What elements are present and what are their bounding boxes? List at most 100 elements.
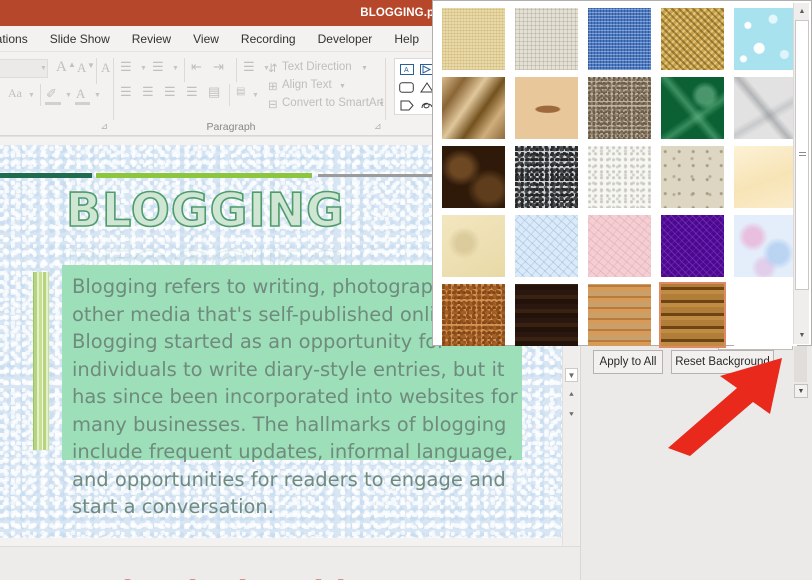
texture-swatch-papyrus[interactable] [441,8,505,70]
shape-rounded-rectangle-icon[interactable] [397,79,416,96]
tab-review[interactable]: Review [121,29,182,49]
reset-background-button[interactable]: Reset Background [671,350,774,374]
numbering-icon[interactable]: ☰ [152,59,164,75]
shape-pentagon-arrow-icon[interactable] [397,97,416,114]
apply-to-all-button[interactable]: Apply to All [593,350,663,374]
texture-item[interactable] [729,74,801,142]
texture-item[interactable] [583,74,655,142]
bullets-icon[interactable]: ☰ [120,59,132,75]
texture-swatch-recycled-paper[interactable] [660,146,724,208]
texture-item[interactable] [729,281,801,349]
change-case-chevron-icon[interactable]: ▼ [28,92,35,99]
columns-icon[interactable]: ▤ [236,86,245,97]
texture-item[interactable] [437,281,509,349]
texture-swatch-paper-bag[interactable] [441,77,505,139]
texture-item[interactable] [510,5,582,73]
texture-item[interactable] [656,212,728,280]
texture-swatch-fish-fossil[interactable] [514,77,578,139]
texture-swatch-purple-mesh[interactable] [660,215,724,277]
font-color-icon[interactable]: A [76,86,85,102]
texture-item[interactable] [510,281,582,349]
texture-swatch-blue-tissue[interactable] [514,215,578,277]
font-dialog-launcher[interactable]: ⊿ [100,121,108,132]
change-case-icon[interactable]: Aa [8,86,22,101]
numbering-chevron-icon[interactable]: ▼ [172,65,179,72]
texture-swatch-oak[interactable] [587,284,651,346]
align-left-icon[interactable]: ☰ [120,84,132,100]
tab-developer[interactable]: Developer [307,29,384,49]
texture-swatch-water-droplets[interactable] [733,8,797,70]
next-slide-button[interactable]: ⯆ [565,408,578,422]
texture-swatch-cork[interactable] [441,284,505,346]
increase-indent-icon[interactable]: ⇥ [213,59,224,75]
convert-to-smartart-label[interactable]: Convert to SmartArt [282,97,384,109]
task-pane-scroll-down-button[interactable]: ▼ [794,384,808,398]
convert-smartart-chevron-icon[interactable]: ▼ [378,101,385,108]
text-direction-chevron-icon[interactable]: ▼ [361,65,368,72]
grow-font-icon[interactable]: A [56,59,67,76]
decrease-indent-icon[interactable]: ⇤ [191,59,202,75]
texture-swatch-denim[interactable] [587,8,651,70]
align-text-chevron-icon[interactable]: ▼ [339,83,346,90]
texture-swatch-empty[interactable] [733,284,797,346]
texture-item[interactable] [437,5,509,73]
distribute-text-icon[interactable]: ▤ [208,84,220,100]
texture-item[interactable] [729,143,801,211]
texture-item[interactable] [583,281,655,349]
texture-swatch-woven-mat[interactable] [660,8,724,70]
tab-animations[interactable]: nations [0,29,39,49]
texture-item[interactable] [729,212,801,280]
texture-item[interactable] [583,5,655,73]
texture-item[interactable] [656,281,728,349]
texture-item[interactable] [583,212,655,280]
texture-scroll-up-button[interactable]: ▲ [795,4,809,19]
texture-swatch-canvas[interactable] [514,8,578,70]
texture-item[interactable] [510,143,582,211]
previous-slide-button[interactable]: ⯅ [565,388,578,402]
slide-title[interactable]: BLOGGING [65,182,345,238]
line-spacing-icon[interactable]: ☰ [243,59,255,75]
scroll-down-button[interactable]: ▼ [565,368,578,382]
shrink-font-icon[interactable]: A [77,60,86,76]
texture-swatch-parchment[interactable] [733,146,797,208]
texture-swatch-green-marble[interactable] [660,77,724,139]
texture-gallery-scrollbar[interactable]: ▲ ▼ [793,3,809,344]
texture-item[interactable] [729,5,801,73]
texture-item[interactable] [656,143,728,211]
texture-item[interactable] [656,5,728,73]
align-text-label[interactable]: Align Text [282,79,332,91]
font-color-chevron-icon[interactable]: ▼ [94,92,101,99]
highlight-chevron-icon[interactable]: ▼ [65,92,72,99]
texture-item[interactable] [510,74,582,142]
texture-item[interactable] [437,143,509,211]
texture-item[interactable] [510,212,582,280]
texture-scrollbar-thumb[interactable] [795,20,809,290]
text-highlight-color-icon[interactable]: ✐ [46,86,57,102]
texture-item[interactable] [437,74,509,142]
texture-swatch-stationery[interactable] [441,215,505,277]
texture-swatch-paper[interactable] [587,146,651,208]
texture-item[interactable] [437,212,509,280]
justify-icon[interactable]: ☰ [186,84,198,100]
texture-item[interactable] [656,74,728,142]
texture-scroll-down-button[interactable]: ▼ [795,328,809,343]
tab-recording[interactable]: Recording [230,29,307,49]
text-direction-label[interactable]: Text Direction [282,61,352,73]
texture-swatch-pink-tissue[interactable] [587,215,651,277]
tab-help[interactable]: Help [383,29,430,49]
texture-swatch-medium-wood[interactable] [658,282,726,348]
texture-gallery-popup[interactable]: ▲ ▼ [432,0,812,349]
align-right-icon[interactable]: ☰ [164,84,176,100]
tab-view[interactable]: View [182,29,230,49]
clear-formatting-icon[interactable]: A [101,60,110,76]
texture-swatch-brown-marble[interactable] [441,146,505,208]
paragraph-dialog-launcher[interactable]: ⊿ [374,121,382,132]
texture-item[interactable] [583,143,655,211]
shape-text-box-icon[interactable]: A [397,61,416,78]
align-center-icon[interactable]: ☰ [142,84,154,100]
texture-swatch-blue-tissue-paper[interactable] [514,146,578,208]
columns-chevron-icon[interactable]: ▼ [252,92,259,99]
texture-swatch-walnut[interactable] [514,284,578,346]
tab-slide-show[interactable]: Slide Show [39,29,121,49]
bullets-chevron-icon[interactable]: ▼ [140,65,147,72]
